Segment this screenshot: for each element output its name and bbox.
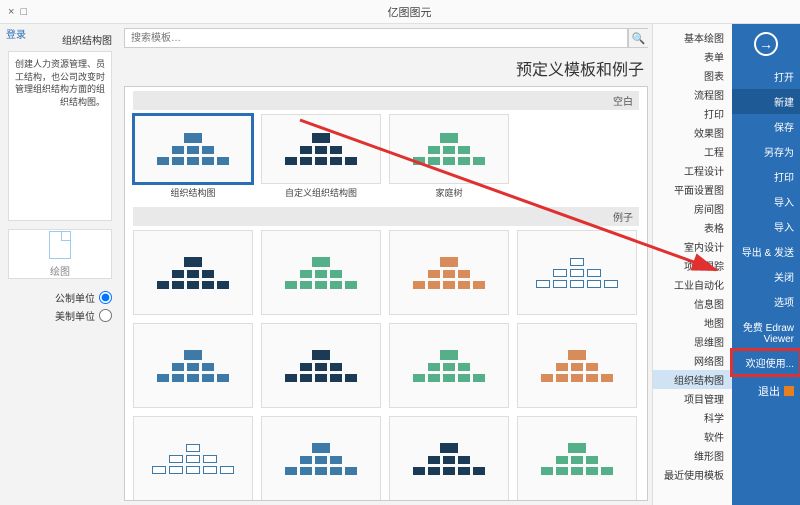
example-card[interactable] [517, 416, 637, 501]
example-card[interactable] [261, 323, 381, 408]
category-item[interactable]: 效果图 [653, 123, 732, 142]
example-thumb [261, 230, 381, 315]
category-item[interactable]: 地图 [653, 313, 732, 332]
template-thumb [389, 114, 509, 184]
example-thumb [517, 416, 637, 501]
blank-drawing-button[interactable]: 绘图 [8, 229, 112, 279]
section-examples-label: 例子 [133, 207, 639, 226]
search-icon[interactable]: 🔍 [628, 28, 648, 48]
unit-us-radio[interactable] [99, 309, 112, 322]
unit-us-option[interactable]: 美制单位 [8, 308, 112, 323]
example-thumb [389, 323, 509, 408]
exit-icon [784, 386, 794, 396]
template-caption: 家庭树 [436, 186, 463, 199]
example-card[interactable] [261, 416, 381, 501]
category-item[interactable]: 房间图 [653, 199, 732, 218]
sidebar-item[interactable]: 选项 [732, 289, 800, 314]
page-icon [49, 231, 71, 259]
category-item[interactable]: 工程 [653, 142, 732, 161]
category-item[interactable]: 工业自动化 [653, 275, 732, 294]
titlebar: × □ 亿图图元 [0, 0, 800, 24]
template-thumb [133, 114, 253, 184]
category-item[interactable]: 软件 [653, 427, 732, 446]
sidebar-item[interactable]: 导入 [732, 214, 800, 239]
window-close-icon[interactable]: × [8, 6, 14, 18]
back-icon[interactable]: → [754, 32, 778, 56]
example-thumb [133, 230, 253, 315]
example-card[interactable] [389, 416, 509, 501]
window-maximize-icon[interactable]: □ [20, 6, 27, 18]
example-card[interactable] [389, 323, 509, 408]
section-empty-label: 空白 [133, 91, 639, 110]
unit-metric-option[interactable]: 公制单位 [8, 290, 112, 305]
sidebar-item[interactable]: 打开 [732, 64, 800, 89]
description-panel: 组织结构图 创建人力资源管理、员工结构，也公司改变时管理组织结构方面的组织结构图… [0, 24, 120, 505]
sidebar-item[interactable]: 打印 [732, 164, 800, 189]
category-item[interactable]: 信息图 [653, 294, 732, 313]
example-thumb [389, 416, 509, 501]
example-thumb [133, 323, 253, 408]
app-title: 亿图图元 [27, 4, 792, 20]
example-card[interactable] [133, 230, 253, 315]
description-text: 创建人力资源管理、员工结构，也公司改变时管理组织结构方面的组织结构图。 [8, 51, 112, 221]
template-gallery: 空白 组织结构图 自定义组织结构图 家庭树 例子 [124, 86, 648, 501]
sidebar-item[interactable]: 新建 [732, 89, 800, 114]
template-caption: 组织结构图 [171, 186, 216, 199]
example-thumb [389, 230, 509, 315]
sidebar-exit[interactable]: 退出 [732, 379, 800, 403]
category-item[interactable]: 图表 [653, 66, 732, 85]
template-card[interactable]: 家庭树 [389, 114, 509, 199]
category-item[interactable]: 网络图 [653, 351, 732, 370]
sidebar-item[interactable]: 关闭 [732, 264, 800, 289]
category-item[interactable]: 基本绘图 [653, 28, 732, 47]
category-item[interactable]: 项目跟踪 [653, 256, 732, 275]
category-item[interactable]: 表格 [653, 218, 732, 237]
search-input[interactable] [124, 28, 628, 48]
category-item[interactable]: 维形图 [653, 446, 732, 465]
category-item[interactable]: 最近使用模板 [653, 465, 732, 484]
example-card[interactable] [389, 230, 509, 315]
example-card[interactable] [133, 416, 253, 501]
template-thumb [261, 114, 381, 184]
blank-drawing-label: 绘图 [50, 263, 70, 278]
category-item[interactable]: 平面设置图 [653, 180, 732, 199]
category-item[interactable]: 流程图 [653, 85, 732, 104]
sidebar-item[interactable]: 导入 [732, 189, 800, 214]
unit-metric-radio[interactable] [99, 291, 112, 304]
example-thumb [133, 416, 253, 501]
example-card[interactable] [261, 230, 381, 315]
template-card[interactable]: 自定义组织结构图 [261, 114, 381, 199]
example-thumb [261, 416, 381, 501]
example-card[interactable] [133, 323, 253, 408]
example-thumb [261, 323, 381, 408]
sidebar-item[interactable]: 免费 Edraw Viewer [732, 314, 800, 350]
example-card[interactable] [517, 230, 637, 315]
file-sidebar: → 打开新建保存另存为打印导入导入导出 & 发送关闭选项免费 Edraw Vie… [732, 24, 800, 505]
category-item[interactable]: 思维图 [653, 332, 732, 351]
page-title: 预定义模板和例子 [128, 56, 644, 80]
sidebar-item[interactable]: 欢迎使用... [732, 350, 800, 375]
category-item[interactable]: 工程设计 [653, 161, 732, 180]
example-thumb [517, 323, 637, 408]
sidebar-item[interactable]: 另存为 [732, 139, 800, 164]
category-item[interactable]: 打印 [653, 104, 732, 123]
example-thumb [517, 230, 637, 315]
category-item[interactable]: 组织结构图 [653, 370, 732, 389]
category-list: 基本绘图表单图表流程图打印效果图工程工程设计平面设置图房间图表格室内设计项目跟踪… [652, 24, 732, 505]
center-panel: 🔍 预定义模板和例子 空白 组织结构图 自定义组织结构图 家庭树 例子 [120, 24, 652, 505]
template-caption: 自定义组织结构图 [285, 186, 357, 199]
template-card[interactable]: 组织结构图 [133, 114, 253, 199]
category-item[interactable]: 室内设计 [653, 237, 732, 256]
category-item[interactable]: 科学 [653, 408, 732, 427]
example-card[interactable] [517, 323, 637, 408]
login-link[interactable]: 登录 [6, 26, 26, 41]
sidebar-item[interactable]: 导出 & 发送 [732, 239, 800, 264]
category-item[interactable]: 项目管理 [653, 389, 732, 408]
category-item[interactable]: 表单 [653, 47, 732, 66]
sidebar-item[interactable]: 保存 [732, 114, 800, 139]
